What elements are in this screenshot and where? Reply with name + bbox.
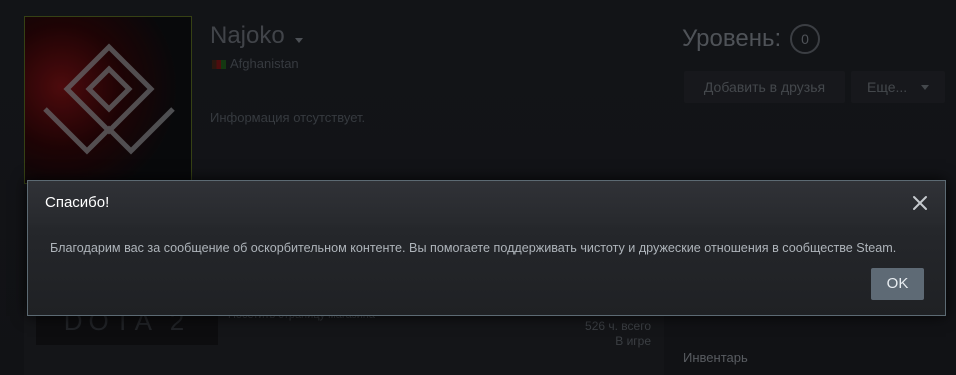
report-thanks-dialog: Спасибо! Благодарим вас за сообщение об … [27,180,946,316]
dialog-title: Спасибо! [45,194,110,211]
close-icon [913,196,927,210]
dialog-header: Спасибо! [28,181,945,225]
dialog-message: Благодарим вас за сообщение об оскорбите… [50,241,897,255]
close-button[interactable] [911,194,929,212]
ok-button[interactable]: OK [871,268,924,300]
